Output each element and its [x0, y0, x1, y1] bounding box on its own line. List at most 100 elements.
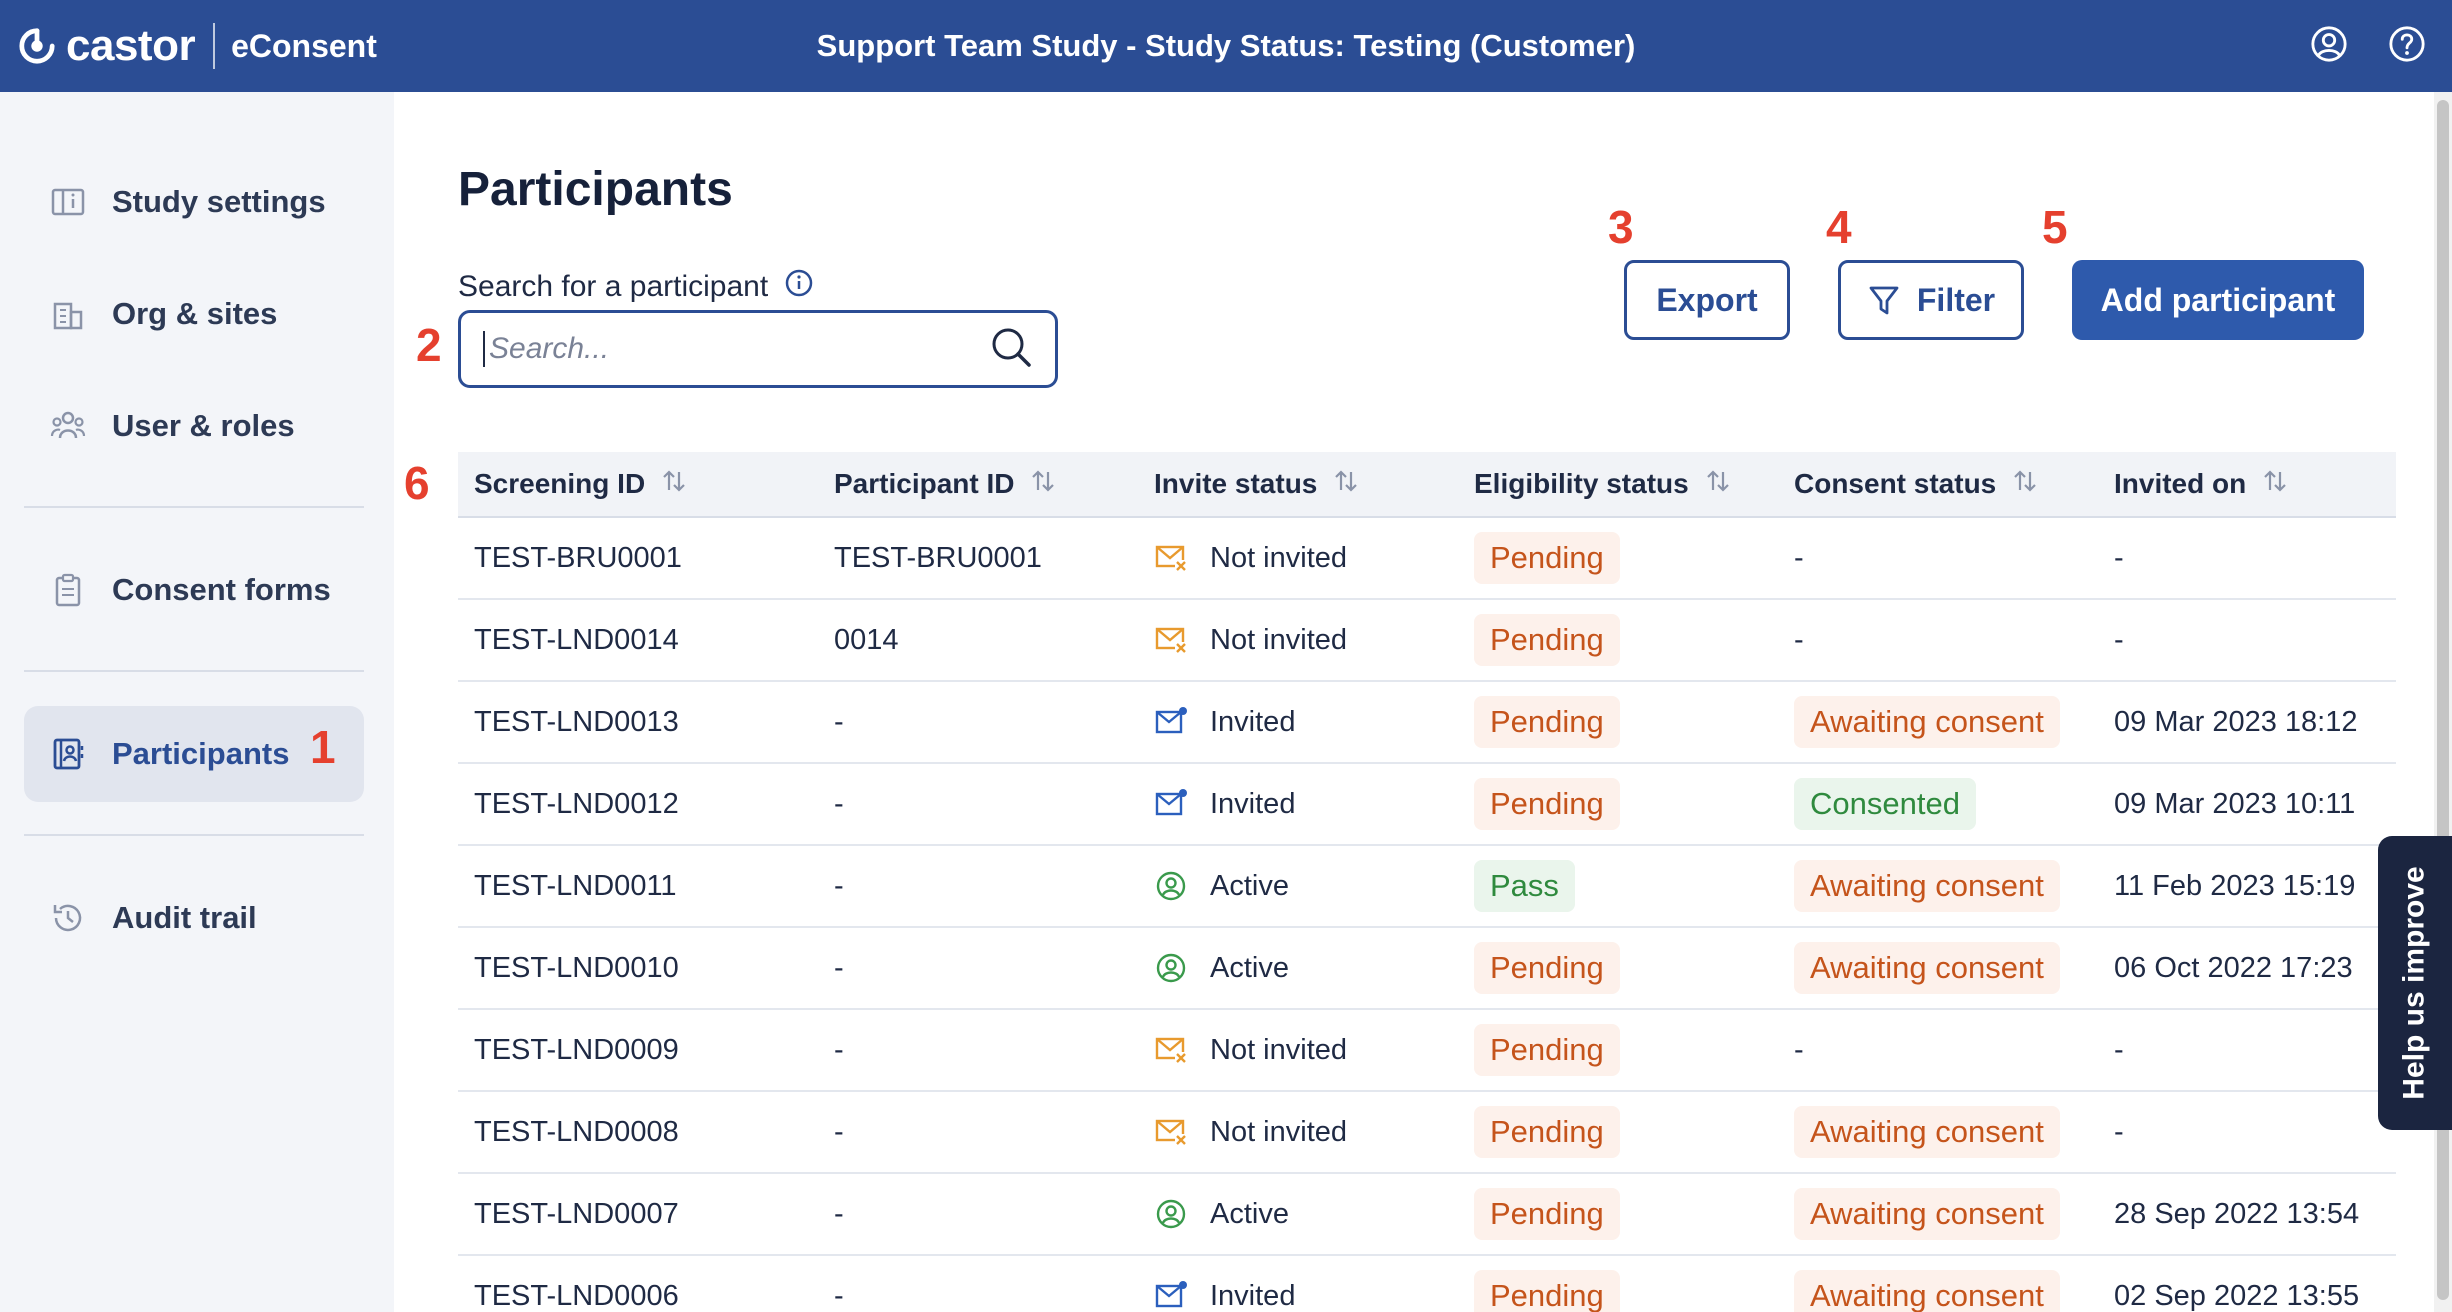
invited-on-cell: 11 Feb 2023 15:19: [2114, 869, 2356, 902]
column-header-label: Consent status: [1794, 468, 1997, 499]
invite-status-cell: Invited: [1138, 1279, 1458, 1312]
table-row[interactable]: TEST-LND0010 - Active Pending Awaiting conse…: [458, 928, 2396, 1010]
sidebar-item-label: User & roles: [112, 408, 295, 443]
export-button[interactable]: Export: [1624, 260, 1790, 340]
top-bar: castor eConsent Support Team Study - Stu…: [0, 0, 2452, 92]
invite-status-cell: Not invited: [1138, 541, 1458, 575]
annotation-4: 4: [1826, 201, 1852, 253]
invite-status-text: Not invited: [1210, 1033, 1348, 1066]
participant-id-cell: -: [834, 1115, 844, 1148]
sidebar-item-study-settings[interactable]: Study settings: [24, 154, 364, 250]
participant-id-cell: -: [834, 951, 844, 984]
annotation-1: 1: [310, 721, 336, 773]
table-row[interactable]: TEST-LND0013 - Invited Pending Awaiting cons…: [458, 682, 2396, 764]
invited-on-cell: -: [2114, 623, 2124, 656]
column-header[interactable]: Invited on: [2098, 466, 2396, 503]
sort-icon[interactable]: [2246, 466, 2290, 503]
consent-status-badge: Awaiting consent: [1794, 1270, 2060, 1312]
invite-status-text: Active: [1210, 869, 1289, 902]
building-icon: [48, 294, 88, 334]
participant-id-cell: TEST-BRU0001: [834, 541, 1042, 574]
page-title: Participants: [458, 163, 733, 216]
contacts-icon: [48, 734, 88, 774]
invited-on-cell: 09 Mar 2023 18:12: [2114, 705, 2358, 738]
participant-id-cell: -: [834, 1197, 844, 1230]
table-row[interactable]: TEST-LND0006 - Invited Pending Awaiting cons…: [458, 1256, 2396, 1312]
filter-button[interactable]: Filter: [1838, 260, 2024, 340]
eligibility-status-badge: Pending: [1474, 1270, 1620, 1312]
sort-icon[interactable]: [1996, 466, 2040, 503]
logo[interactable]: castor eConsent: [18, 0, 377, 92]
feedback-tab[interactable]: Help us improve: [2378, 836, 2452, 1130]
table-row[interactable]: TEST-BRU0001 TEST-BRU0001 Not invited Pendi…: [458, 518, 2396, 600]
table-row[interactable]: TEST-LND0008 - Not invited Pending Awaiting …: [458, 1092, 2396, 1174]
consent-status-cell: -: [1778, 1034, 2098, 1067]
screening-id-cell: TEST-LND0013: [474, 705, 679, 738]
sidebar-item-consent-forms[interactable]: Consent forms: [24, 542, 364, 638]
sidebar-item-label: Consent forms: [112, 572, 331, 607]
column-header-label: Invite status: [1154, 468, 1318, 499]
table-row[interactable]: TEST-LND0009 - Not invited Pending - -: [458, 1010, 2396, 1092]
consent-status-cell: Awaiting consent: [1778, 1270, 2098, 1312]
user-circle-icon: [1154, 1197, 1188, 1231]
invited-on-cell: -: [2114, 1115, 2124, 1148]
invite-status-cell: Active: [1138, 951, 1458, 985]
search-box[interactable]: [458, 310, 1058, 388]
invite-status-text: Active: [1210, 1197, 1289, 1230]
sidebar-item-audit-trail[interactable]: Audit trail: [24, 870, 364, 966]
sidebar-item-user-roles[interactable]: User & roles: [24, 378, 364, 474]
table-row[interactable]: TEST-LND0007 - Active Pending Awaiting conse…: [458, 1174, 2396, 1256]
eligibility-status-badge: Pending: [1474, 942, 1620, 994]
table-row[interactable]: TEST-LND0011 - Active Pass Awaiting consent 1…: [458, 846, 2396, 928]
screening-id-cell: TEST-LND0009: [474, 1033, 679, 1066]
participant-id-cell: -: [834, 705, 844, 738]
consent-status-badge: Awaiting consent: [1794, 696, 2060, 748]
column-header[interactable]: Participant ID: [818, 466, 1138, 503]
invite-status-text: Not invited: [1210, 541, 1348, 574]
column-header[interactable]: Eligibility status: [1458, 466, 1778, 503]
invited-on-cell: -: [2114, 1033, 2124, 1066]
sidebar-divider: [24, 834, 364, 836]
mail-dot-icon: [1154, 1279, 1188, 1312]
logo-divider: [213, 23, 216, 69]
annotation-3: 3: [1608, 201, 1634, 253]
eligibility-status-cell: Pending: [1458, 696, 1778, 748]
consent-status-cell: Consented: [1778, 778, 2098, 830]
eligibility-status-cell: Pending: [1458, 1106, 1778, 1158]
column-header[interactable]: Screening ID: [458, 466, 818, 503]
account-icon[interactable]: [2310, 25, 2348, 68]
sidebar-item-org-sites[interactable]: Org & sites: [24, 266, 364, 362]
add-participant-button[interactable]: Add participant: [2072, 260, 2364, 340]
column-header-label: Eligibility status: [1474, 468, 1689, 499]
search-input[interactable]: [489, 332, 989, 366]
invite-status-text: Invited: [1210, 787, 1296, 820]
search-icon[interactable]: [989, 325, 1033, 374]
info-icon[interactable]: [784, 268, 814, 306]
screening-id-cell: TEST-LND0007: [474, 1197, 679, 1230]
screening-id-cell: TEST-BRU0001: [474, 541, 682, 574]
invited-on-cell: 02 Sep 2022 13:55: [2114, 1279, 2360, 1312]
annotation-2: 2: [416, 319, 442, 371]
help-icon[interactable]: [2388, 25, 2426, 68]
search-label: Search for a participant: [458, 268, 814, 306]
participant-id-cell: -: [834, 869, 844, 902]
sort-icon[interactable]: [1689, 466, 1733, 503]
table-row[interactable]: TEST-LND0012 - Invited Pending Consented 09 M…: [458, 764, 2396, 846]
column-header[interactable]: Consent status: [1778, 466, 2098, 503]
sidebar-item-label: Audit trail: [112, 900, 257, 935]
participant-id-cell: -: [834, 1033, 844, 1066]
eligibility-status-badge: Pending: [1474, 614, 1620, 666]
annotation-6: 6: [404, 457, 430, 509]
consent-status-cell: Awaiting consent: [1778, 942, 2098, 994]
mail-x-icon: [1154, 623, 1188, 657]
user-circle-icon: [1154, 951, 1188, 985]
table-row[interactable]: TEST-LND0014 0014 Not invited Pending - -: [458, 600, 2396, 682]
consent-status-cell: Awaiting consent: [1778, 1106, 2098, 1158]
filter-label: Filter: [1916, 281, 1996, 318]
sort-icon[interactable]: [1317, 466, 1361, 503]
column-header[interactable]: Invite status: [1138, 466, 1458, 503]
sort-icon[interactable]: [645, 466, 689, 503]
sort-icon[interactable]: [1014, 466, 1058, 503]
eligibility-status-badge: Pending: [1474, 1188, 1620, 1240]
table-header: Screening ID Participant ID Invite status E…: [458, 452, 2396, 518]
